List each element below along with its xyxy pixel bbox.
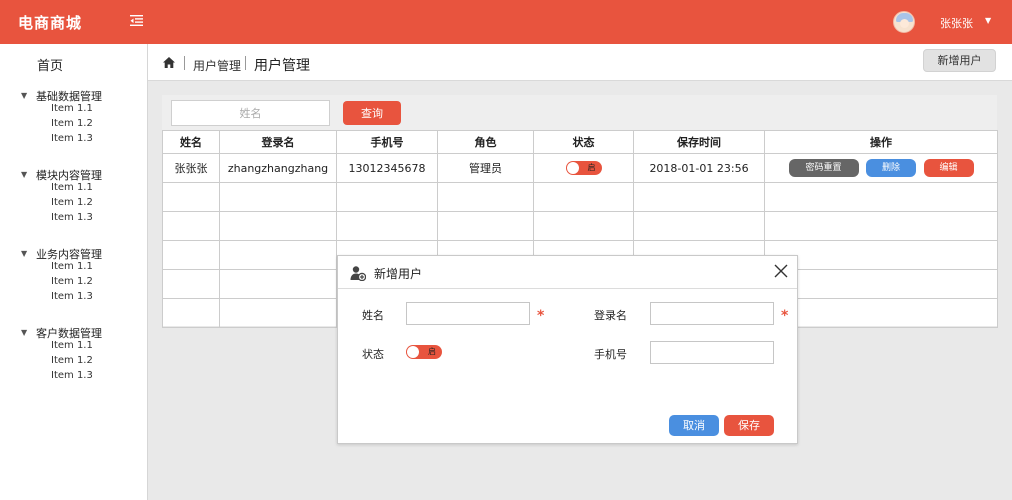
close-icon[interactable] bbox=[774, 264, 788, 278]
cell-phone: 13012345678 bbox=[336, 153, 438, 183]
user-avatar[interactable] bbox=[893, 11, 915, 33]
column-header: 保存时间 bbox=[633, 130, 765, 154]
table-header-row: 姓名 登录名 手机号 角色 状态 保存时间 操作 bbox=[162, 130, 998, 154]
sidebar-item[interactable]: Item 1.2 bbox=[51, 197, 93, 208]
search-name-input[interactable] bbox=[171, 100, 330, 126]
column-header: 手机号 bbox=[336, 130, 438, 154]
breadcrumb-section[interactable]: 用户管理 bbox=[193, 57, 241, 74]
home-icon[interactable] bbox=[163, 57, 175, 68]
cell-role: 管理员 bbox=[437, 153, 534, 183]
cancel-button[interactable]: 取消 bbox=[669, 415, 719, 436]
page-title: 用户管理 bbox=[254, 58, 310, 74]
sidebar-item[interactable]: Item 1.3 bbox=[51, 133, 93, 144]
sidebar: 首页 ▼ 基础数据管理 Item 1.1 Item 1.2 Item 1.3 ▼… bbox=[0, 44, 148, 500]
toggle-label: 启 bbox=[587, 163, 596, 172]
sidebar-item[interactable]: Item 1.1 bbox=[51, 103, 93, 114]
toggle-knob bbox=[566, 162, 579, 174]
menu-collapse-icon[interactable] bbox=[130, 14, 144, 28]
search-bar: 查询 bbox=[162, 95, 997, 131]
query-button[interactable]: 查询 bbox=[343, 101, 401, 125]
sidebar-home[interactable]: 首页 bbox=[37, 55, 63, 74]
column-header: 操作 bbox=[764, 130, 998, 154]
username[interactable]: 张张张 bbox=[940, 15, 973, 31]
save-button[interactable]: 保存 bbox=[724, 415, 774, 436]
cell-login: zhangzhangzhang bbox=[219, 153, 337, 183]
login-name-field[interactable] bbox=[650, 302, 774, 325]
sidebar-group-title[interactable]: 基础数据管理 bbox=[36, 88, 102, 104]
caret-down-icon[interactable]: ▼ bbox=[21, 170, 27, 179]
phone-field[interactable] bbox=[650, 341, 774, 364]
status-toggle[interactable]: 启 bbox=[406, 345, 442, 359]
add-user-button[interactable]: 新增用户 bbox=[923, 49, 996, 72]
sidebar-item[interactable]: Item 1.1 bbox=[51, 340, 93, 351]
breadcrumb-separator bbox=[184, 56, 185, 70]
sidebar-item[interactable]: Item 1.2 bbox=[51, 118, 93, 129]
sidebar-item[interactable]: Item 1.3 bbox=[51, 291, 93, 302]
table-row-empty bbox=[162, 182, 998, 212]
edit-button[interactable]: 编辑 bbox=[923, 159, 974, 177]
caret-down-icon[interactable]: ▼ bbox=[21, 328, 27, 337]
column-header: 姓名 bbox=[162, 130, 220, 154]
required-mark: * bbox=[781, 308, 789, 324]
brand-title: 电商商城 bbox=[18, 14, 83, 32]
login-label: 登录名 bbox=[594, 309, 627, 322]
add-user-icon bbox=[350, 265, 367, 282]
cell-status: 启 bbox=[533, 153, 634, 183]
sidebar-item[interactable]: Item 1.2 bbox=[51, 276, 93, 287]
sidebar-group-title[interactable]: 模块内容管理 bbox=[36, 167, 102, 183]
sidebar-item[interactable]: Item 1.2 bbox=[51, 355, 93, 366]
cell-name: 张张张 bbox=[162, 153, 220, 183]
toggle-knob bbox=[407, 346, 419, 358]
delete-button[interactable]: 删除 bbox=[866, 159, 916, 177]
table-row-empty bbox=[162, 211, 998, 241]
name-field[interactable] bbox=[406, 302, 530, 325]
table-row: 张张张 zhangzhangzhang 13012345678 管理员 启 20… bbox=[162, 153, 998, 183]
add-user-dialog: 新增用户 姓名 * 登录名 * 状态 启 手机号 取消 保存 bbox=[337, 255, 798, 444]
cell-saved-time: 2018-01-01 23:56 bbox=[633, 153, 765, 183]
top-bar: 电商商城 张张张 ▼ bbox=[0, 0, 1012, 44]
dialog-title: 新增用户 bbox=[374, 267, 423, 281]
toggle-label: 启 bbox=[428, 347, 436, 356]
sidebar-item[interactable]: Item 1.1 bbox=[51, 261, 93, 272]
dialog-header: 新增用户 bbox=[338, 256, 797, 289]
sidebar-group-title[interactable]: 客户数据管理 bbox=[36, 325, 102, 341]
cell-actions: 密码重置 删除 编辑 bbox=[764, 153, 998, 183]
column-header: 角色 bbox=[437, 130, 534, 154]
column-header: 登录名 bbox=[219, 130, 337, 154]
status-label: 状态 bbox=[362, 348, 384, 361]
required-mark: * bbox=[537, 308, 545, 324]
sidebar-item[interactable]: Item 1.1 bbox=[51, 182, 93, 193]
user-menu-caret-icon[interactable]: ▼ bbox=[985, 16, 991, 25]
status-toggle[interactable]: 启 bbox=[565, 161, 602, 175]
name-label: 姓名 bbox=[362, 309, 384, 322]
sidebar-item[interactable]: Item 1.3 bbox=[51, 370, 93, 381]
sidebar-group-title[interactable]: 业务内容管理 bbox=[36, 246, 102, 262]
caret-down-icon[interactable]: ▼ bbox=[21, 249, 27, 258]
column-header: 状态 bbox=[533, 130, 634, 154]
breadcrumb: 用户管理 用户管理 新增用户 bbox=[148, 44, 1012, 81]
sidebar-item[interactable]: Item 1.3 bbox=[51, 212, 93, 223]
phone-label: 手机号 bbox=[594, 348, 627, 361]
reset-password-button[interactable]: 密码重置 bbox=[788, 159, 859, 177]
breadcrumb-separator bbox=[245, 56, 246, 70]
caret-down-icon[interactable]: ▼ bbox=[21, 91, 27, 100]
